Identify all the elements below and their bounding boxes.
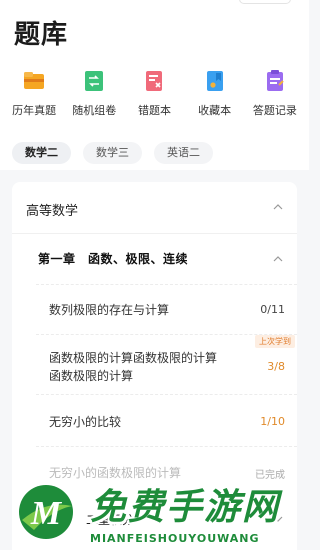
chapter-title: 第一章 函数、极限、连续 [38,252,189,266]
section-progress: 0/11 [260,303,285,316]
entry-past-exams[interactable]: 历年真题 [4,68,64,118]
entry-random-paper[interactable]: 随机组卷 [64,68,124,118]
svg-text:M: M [30,495,63,532]
section-row[interactable]: 数列极限的存在与计算 0/11 [36,284,297,334]
section-progress: 1/10 [260,415,285,428]
tab-english-2[interactable]: 英语二 [154,142,213,164]
entry-label: 收藏本 [198,104,232,117]
section-title: 函数极限的计算函数极限的计算 函数极限的计算 [49,349,217,385]
folder-icon [24,72,45,89]
entry-label: 随机组卷 [72,104,117,117]
wrong-book-icon [146,71,163,91]
page-title: 题库 [14,20,69,50]
answer-record-icon [266,70,284,91]
watermark-logo-icon: M [16,482,76,542]
watermark-subtitle: MIANFEISHOUYOUWANG [90,532,260,545]
header-area: 题库 历年真题 随机组卷 错题本 收藏本 答题记录 数学二 数学三 英语二 [0,0,309,170]
watermark: M 免费手游网 MIANFEISHOUYOUWANG [12,476,307,548]
entry-label: 答题记录 [252,104,297,117]
tab-math-3[interactable]: 数学三 [83,142,142,164]
chevron-up-icon [273,204,283,210]
entry-wrong-book[interactable]: 错题本 [124,68,184,118]
favorites-book-icon [206,71,223,91]
subject-tabs: 数学二 数学三 英语二 [12,142,213,164]
section-title-line: 函数极限的计算函数极限的计算 [49,351,218,365]
shuffle-paper-icon [85,71,104,91]
top-pill [239,0,291,4]
watermark-title: 免费手游网 [90,487,281,528]
entry-label: 历年真题 [12,104,57,117]
subject-title: 高等数学 [26,204,79,219]
subject-row[interactable]: 高等数学 [12,182,297,234]
chevron-up-icon [273,256,283,262]
section-title: 无穷小的比较 [49,415,122,429]
entry-label: 错题本 [137,104,171,117]
section-title-line: 函数极限的计算 [49,369,134,383]
last-studied-badge: 上次学到 [255,335,295,348]
section-row[interactable]: 函数极限的计算函数极限的计算 函数极限的计算 上次学到 3/8 [36,334,297,394]
chapter-row[interactable]: 第一章 函数、极限、连续 [12,234,297,284]
entry-favorites[interactable]: 收藏本 [185,68,245,118]
tab-math-2[interactable]: 数学二 [12,142,71,164]
section-row[interactable]: 无穷小的比较 1/10 [36,394,297,446]
quick-entries: 历年真题 随机组卷 错题本 收藏本 答题记录 [0,68,309,118]
section-progress: 3/8 [267,360,285,373]
entry-answer-record[interactable]: 答题记录 [245,68,305,118]
section-title: 数列极限的存在与计算 [49,303,170,317]
